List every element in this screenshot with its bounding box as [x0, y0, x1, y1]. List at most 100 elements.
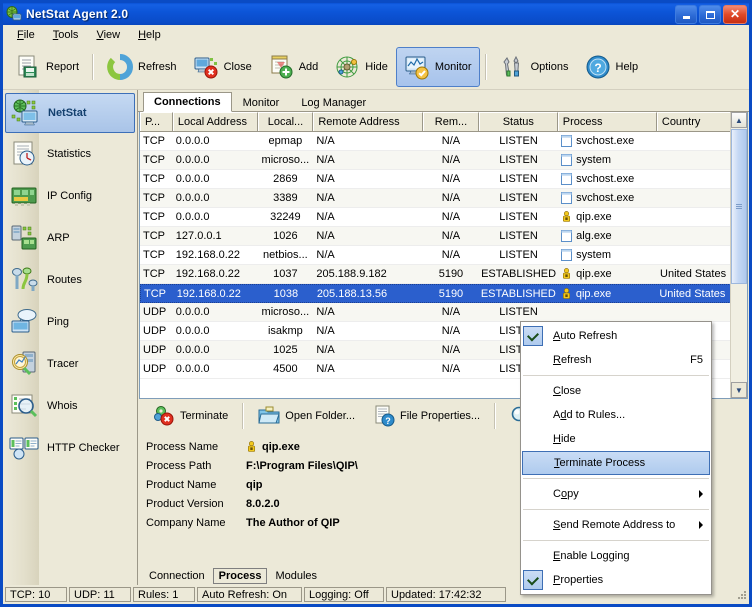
scroll-down-arrow[interactable]: ▼ [731, 382, 747, 398]
menu-help[interactable]: Help [130, 27, 169, 43]
cell-rem: N/A [423, 249, 479, 261]
table-row[interactable]: TCP192.168.0.221037205.188.9.1825190ESTA… [140, 265, 747, 284]
sidebar-item-netstat[interactable]: NetStat [5, 93, 135, 133]
status-item-4: Logging: Off [304, 587, 384, 602]
detail-tab-process[interactable]: Process [213, 568, 268, 584]
arp-icon [9, 223, 39, 253]
menu-file[interactable]: File [9, 27, 43, 43]
context-menu-item-terminateprocess[interactable]: Terminate Process [522, 451, 710, 475]
column-header-6[interactable]: Process [558, 112, 657, 131]
file-properties-button[interactable]: ? File Properties... [364, 402, 489, 430]
whois-icon [9, 391, 39, 421]
terminate-button[interactable]: Terminate [144, 402, 237, 430]
cell-status: LISTEN [479, 249, 558, 261]
column-header-2[interactable]: Local... [258, 112, 314, 131]
close-button[interactable]: ✕ [723, 5, 747, 24]
cell-p: TCP [140, 173, 173, 185]
menu-tools[interactable]: Tools [45, 27, 87, 43]
process-name-text: system [576, 249, 611, 261]
status-item-5: Updated: 17:42:32 [386, 587, 506, 602]
context-menu-item-sendremoteaddressto[interactable]: Send Remote Address to [521, 513, 711, 537]
detail-label: Process Path [146, 460, 246, 472]
cell-status: LISTEN [479, 192, 558, 204]
table-row[interactable]: TCP0.0.0.02869N/AN/ALISTENsvchost.exe [140, 170, 747, 189]
tab-connections[interactable]: Connections [143, 92, 232, 112]
context-menu-item-label: Auto Refresh [553, 330, 617, 342]
detail-value-text: The Author of QIP [246, 517, 340, 529]
column-header-1[interactable]: Local Address [173, 112, 258, 131]
context-menu-item-hide[interactable]: Hide [521, 427, 711, 451]
detail-value: qip [246, 479, 263, 491]
cell-localaddress: 192.168.0.22 [174, 288, 258, 300]
tab-monitor[interactable]: Monitor [232, 93, 291, 112]
toolbar-add-button[interactable]: Add [260, 47, 327, 87]
toolbar-refresh-button[interactable]: Refresh [99, 47, 185, 87]
cell-rem: N/A [423, 192, 479, 204]
sidebar-item-http-checker[interactable]: HTTP Checker [5, 427, 135, 469]
process-name-text: qip.exe [576, 288, 611, 300]
cell-remoteaddress: N/A [313, 344, 423, 356]
toolbar-hide-button[interactable]: Hide [326, 47, 396, 87]
sidebar-item-tracer[interactable]: Tracer [5, 343, 135, 385]
cell-rem: N/A [423, 325, 479, 337]
detail-tab-connection[interactable]: Connection [144, 569, 210, 583]
netstat-icon [10, 98, 40, 128]
routes-icon [9, 265, 39, 295]
menu-bar: File Tools View Help [3, 25, 749, 45]
toolbar-monitor-label: Monitor [435, 61, 472, 73]
column-header-3[interactable]: Remote Address [313, 112, 423, 131]
context-menu-item-addtorules[interactable]: Add to Rules... [521, 403, 711, 427]
cell-process: qip.exe [558, 288, 657, 300]
context-menu-item-autorefresh[interactable]: Auto Refresh [521, 324, 711, 348]
cell-rem: N/A [423, 344, 479, 356]
context-menu-item-enablelogging[interactable]: Enable Logging [521, 544, 711, 568]
resize-grip[interactable] [735, 589, 747, 601]
ping-icon [9, 307, 39, 337]
detail-value-text: qip [246, 479, 263, 491]
table-vertical-scrollbar[interactable]: ▲ ▼ [730, 112, 747, 398]
sidebar-item-routes[interactable]: Routes [5, 259, 135, 301]
tab-log-manager[interactable]: Log Manager [290, 93, 377, 112]
table-row[interactable]: TCP0.0.0.03389N/AN/ALISTENsvchost.exe [140, 189, 747, 208]
column-header-4[interactable]: Rem... [423, 112, 479, 131]
minimize-button[interactable] [675, 5, 697, 24]
cell-local: 3389 [257, 192, 313, 204]
detail-tab-modules[interactable]: Modules [270, 569, 322, 583]
context-menu-item-label: Send Remote Address to [553, 519, 675, 531]
toolbar-help-button[interactable]: ? Help [577, 47, 647, 87]
sidebar-item-ping[interactable]: Ping [5, 301, 135, 343]
table-row[interactable]: TCP127.0.0.11026N/AN/ALISTENalg.exe [140, 227, 747, 246]
toolbar-report-button[interactable]: Report [7, 47, 87, 87]
context-menu-accelerator: F5 [690, 354, 703, 366]
column-header-5[interactable]: Status [479, 112, 558, 131]
column-header-0[interactable]: P... [140, 112, 173, 131]
sidebar-item-ipconfig[interactable]: IP Config [5, 175, 135, 217]
table-row[interactable]: TCP192.168.0.221038205.188.13.565190ESTA… [140, 284, 747, 303]
cell-localaddress: 0.0.0.0 [173, 363, 258, 375]
context-menu-item-label: Terminate Process [554, 457, 645, 469]
check-icon [523, 326, 543, 346]
status-item-0: TCP: 10 [5, 587, 67, 602]
context-menu-item-properties[interactable]: Properties [521, 568, 711, 592]
generic-exe-icon [561, 154, 572, 166]
table-row[interactable]: TCP192.168.0.22netbios...N/AN/ALISTENsys… [140, 246, 747, 265]
scrollbar-thumb[interactable] [731, 129, 747, 284]
toolbar-options-button[interactable]: Options [492, 47, 577, 87]
toolbar-monitor-button[interactable]: Monitor [396, 47, 480, 87]
table-row[interactable]: TCP0.0.0.0microso...N/AN/ALISTENsystem [140, 151, 747, 170]
menu-view[interactable]: View [88, 27, 128, 43]
table-row[interactable]: UDP0.0.0.0microso...N/AN/ALISTEN [140, 303, 747, 322]
maximize-button[interactable] [699, 5, 721, 24]
scroll-up-arrow[interactable]: ▲ [731, 112, 747, 128]
sidebar-item-arp[interactable]: ARP [5, 217, 135, 259]
toolbar-close-button[interactable]: Close [185, 47, 260, 87]
table-row[interactable]: TCP0.0.0.0epmapN/AN/ALISTENsvchost.exe [140, 132, 747, 151]
context-menu-item-close[interactable]: Close [521, 379, 711, 403]
table-row[interactable]: TCP0.0.0.032249N/AN/ALISTENqip.exe [140, 208, 747, 227]
sidebar-item-whois[interactable]: Whois [5, 385, 135, 427]
sidebar-item-statistics[interactable]: Statistics [5, 133, 135, 175]
open-folder-button[interactable]: Open Folder... [249, 402, 364, 430]
context-menu-item-refresh[interactable]: RefreshF5 [521, 348, 711, 372]
context-menu-item-copy[interactable]: Copy [521, 482, 711, 506]
cell-p: TCP [140, 154, 173, 166]
